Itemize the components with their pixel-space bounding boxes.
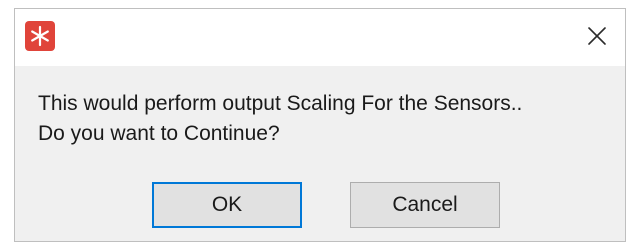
message-line-2: Do you want to Continue? — [38, 122, 280, 145]
close-button[interactable] — [583, 22, 611, 50]
message-dialog: This would perform output Scaling For th… — [14, 8, 626, 242]
snowflake-icon — [31, 25, 49, 47]
ok-button[interactable]: OK — [152, 182, 302, 228]
cancel-button[interactable]: Cancel — [350, 182, 500, 228]
title-bar — [15, 9, 625, 66]
app-icon — [25, 21, 55, 51]
close-icon — [588, 27, 606, 45]
dialog-message: This would perform output Scaling For th… — [38, 89, 618, 149]
message-line-1: This would perform output Scaling For th… — [38, 92, 523, 115]
